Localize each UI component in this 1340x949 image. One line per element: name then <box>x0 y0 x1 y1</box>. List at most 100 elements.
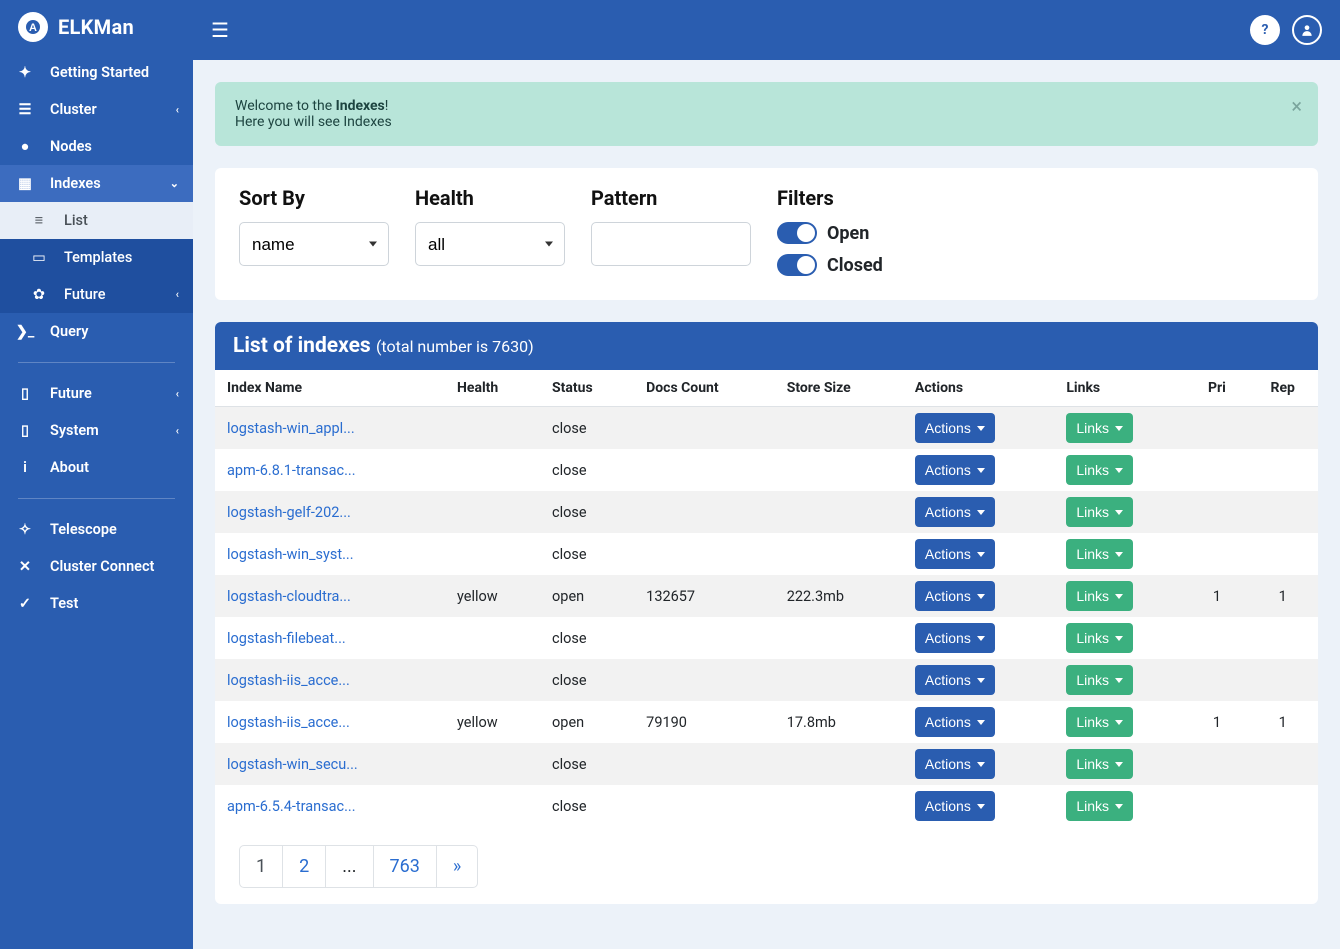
sidebar-item-test[interactable]: ✓Test <box>0 585 193 622</box>
actions-button[interactable]: Actions <box>915 665 995 695</box>
sidebar-item-templates[interactable]: ▭Templates <box>0 239 193 276</box>
page-2[interactable]: 2 <box>283 845 326 888</box>
pagination: 1 2 ... 763 » <box>239 845 1318 888</box>
pri-cell <box>1186 533 1247 575</box>
rocket-icon: ✦ <box>14 64 36 81</box>
links-button[interactable]: Links <box>1066 581 1133 611</box>
col-actions: Actions <box>903 370 1054 407</box>
caret-down-icon <box>1115 594 1123 599</box>
user-button[interactable] <box>1292 15 1322 45</box>
caret-down-icon <box>1115 552 1123 557</box>
sidebar-item-future-2[interactable]: ▯Future‹ <box>0 375 193 412</box>
actions-button[interactable]: Actions <box>915 749 995 779</box>
col-pri: Pri <box>1186 370 1247 407</box>
file-icon: ▯ <box>14 385 36 402</box>
links-button[interactable]: Links <box>1066 665 1133 695</box>
sidebar-item-indexes[interactable]: ▦Indexes⌄ <box>0 165 193 202</box>
health-select[interactable]: all <box>415 222 565 266</box>
links-button[interactable]: Links <box>1066 749 1133 779</box>
sort-by-label: Sort By <box>239 186 389 210</box>
grid-icon: ▦ <box>14 175 36 192</box>
index-name-link[interactable]: logstash-win_secu... <box>227 756 358 773</box>
health-cell: yellow <box>445 575 540 617</box>
actions-button[interactable]: Actions <box>915 623 995 653</box>
docs-cell: 132657 <box>634 575 775 617</box>
index-name-link[interactable]: apm-6.5.4-transac... <box>227 798 356 815</box>
links-button[interactable]: Links <box>1066 791 1133 821</box>
index-name-link[interactable]: logstash-win_appl... <box>227 420 355 437</box>
sidebar-item-list[interactable]: ≡List <box>0 202 193 239</box>
index-name-link[interactable]: logstash-win_syst... <box>227 546 354 563</box>
docs-cell <box>634 659 775 701</box>
links-button[interactable]: Links <box>1066 539 1133 569</box>
index-name-link[interactable]: logstash-iis_acce... <box>227 672 350 689</box>
pri-cell <box>1186 491 1247 533</box>
caret-down-icon <box>1115 720 1123 725</box>
pattern-input[interactable] <box>591 222 751 266</box>
links-button[interactable]: Links <box>1066 413 1133 443</box>
health-cell <box>445 743 540 785</box>
size-cell <box>775 449 903 491</box>
sidebar-item-future[interactable]: ✿Future‹ <box>0 276 193 313</box>
table-row: logstash-win_syst...closeActions Links <box>215 533 1318 575</box>
links-button[interactable]: Links <box>1066 707 1133 737</box>
actions-button[interactable]: Actions <box>915 791 995 821</box>
sidebar-item-system[interactable]: ▯System‹ <box>0 412 193 449</box>
index-name-link[interactable]: apm-6.8.1-transac... <box>227 462 356 479</box>
caret-down-icon <box>977 804 985 809</box>
rep-cell <box>1247 533 1318 575</box>
sidebar-item-about[interactable]: iAbout <box>0 449 193 486</box>
closed-toggle-label: Closed <box>827 255 883 276</box>
page-next[interactable]: » <box>437 845 478 888</box>
health-cell <box>445 659 540 701</box>
docs-cell <box>634 449 775 491</box>
closed-toggle[interactable] <box>777 254 817 276</box>
index-name-link[interactable]: logstash-iis_acce... <box>227 714 350 731</box>
status-cell: close <box>540 785 634 827</box>
brand[interactable]: A ELKMan <box>0 0 193 54</box>
server-icon: ☰ <box>14 101 36 118</box>
hamburger-icon[interactable]: ☰ <box>211 18 229 42</box>
page-1[interactable]: 1 <box>239 845 283 888</box>
sidebar-item-telescope[interactable]: ✧Telescope <box>0 511 193 548</box>
size-cell: 17.8mb <box>775 701 903 743</box>
actions-button[interactable]: Actions <box>915 455 995 485</box>
pri-cell <box>1186 617 1247 659</box>
index-name-link[interactable]: logstash-filebeat... <box>227 630 346 647</box>
help-button[interactable]: ? <box>1250 15 1280 45</box>
links-button[interactable]: Links <box>1066 623 1133 653</box>
status-cell: close <box>540 743 634 785</box>
close-icon[interactable]: × <box>1291 94 1302 118</box>
open-toggle[interactable] <box>777 222 817 244</box>
nav-separator <box>18 498 175 499</box>
actions-button[interactable]: Actions <box>915 497 995 527</box>
sort-by-select[interactable]: name <box>239 222 389 266</box>
page-last[interactable]: 763 <box>374 845 437 888</box>
actions-button[interactable]: Actions <box>915 413 995 443</box>
rep-cell <box>1247 617 1318 659</box>
health-cell <box>445 617 540 659</box>
links-button[interactable]: Links <box>1066 497 1133 527</box>
size-cell <box>775 743 903 785</box>
rep-cell <box>1247 491 1318 533</box>
sidebar-item-cluster-connect[interactable]: ✕Cluster Connect <box>0 548 193 585</box>
actions-button[interactable]: Actions <box>915 539 995 569</box>
check-icon: ✓ <box>14 595 36 612</box>
sidebar-item-cluster[interactable]: ☰Cluster‹ <box>0 91 193 128</box>
rep-cell: 1 <box>1247 701 1318 743</box>
sidebar-item-getting-started[interactable]: ✦Getting Started <box>0 54 193 91</box>
size-cell <box>775 659 903 701</box>
index-name-link[interactable]: logstash-cloudtra... <box>227 588 351 605</box>
caret-down-icon <box>1115 678 1123 683</box>
sidebar-item-nodes[interactable]: ●Nodes <box>0 128 193 165</box>
caret-down-icon <box>977 468 985 473</box>
actions-button[interactable]: Actions <box>915 581 995 611</box>
index-name-link[interactable]: logstash-gelf-202... <box>227 504 351 521</box>
svg-text:A: A <box>29 22 37 34</box>
pri-cell <box>1186 785 1247 827</box>
actions-button[interactable]: Actions <box>915 707 995 737</box>
sidebar-item-query[interactable]: ❯_Query <box>0 313 193 350</box>
docs-cell: 79190 <box>634 701 775 743</box>
links-button[interactable]: Links <box>1066 455 1133 485</box>
status-cell: close <box>540 659 634 701</box>
